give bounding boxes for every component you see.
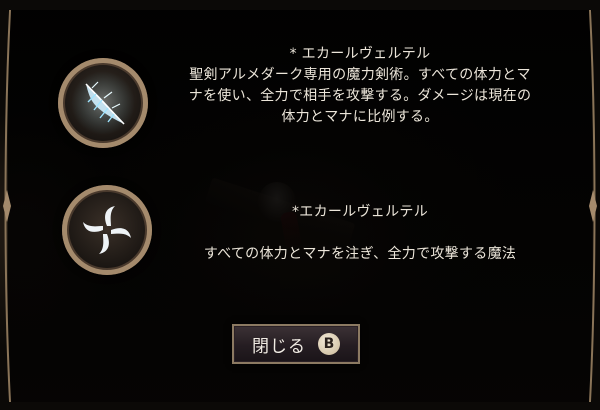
skill-1-name: * エカールヴェルテル (289, 46, 431, 62)
skill-1-description-line: ナを使い、全力で相手を攻撃する。ダメージは現在の (188, 88, 532, 104)
close-button-label: 閉じる (252, 336, 306, 357)
skill-1-description-line: 聖剣アルメダーク専用の魔力剣術。すべての体力とマ (189, 67, 531, 83)
close-button[interactable]: 閉じる B (232, 324, 360, 364)
feather-blade-icon (71, 71, 135, 135)
skill-2-description-line: すべての体力とマナを注ぎ、全力で攻撃する魔法 (203, 246, 517, 262)
dialog-left-border-ornament (3, 10, 11, 402)
skill-2-text-block: *エカールヴェルテル すべての体力とマナを注ぎ、全力で攻撃する魔法 (160, 202, 560, 265)
dialog-right-border-ornament (589, 10, 597, 402)
skill-icon-ecarl-velter (58, 58, 148, 148)
skill-1-text-block: * エカールヴェルテル 聖剣アルメダーク専用の魔力剣術。すべての体力とマ ナを使… (160, 44, 560, 128)
b-button-glyph-icon: B (318, 333, 340, 355)
four-blade-shuriken-icon (83, 206, 131, 254)
skill-1-description-line: 体力とマナに比例する。 (281, 109, 439, 125)
skill-2-name: *エカールヴェルテル (292, 204, 428, 220)
skill-icon-ecarl-velter-magic (62, 185, 152, 275)
